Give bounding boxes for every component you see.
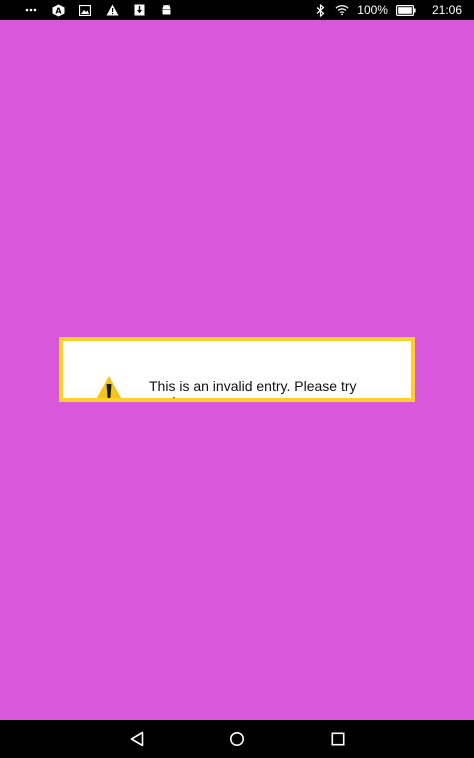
wifi-icon (335, 3, 349, 17)
battery-level: 100% (357, 3, 388, 17)
android-icon (159, 3, 173, 17)
warning-icon (92, 375, 126, 398)
photo-icon (78, 3, 92, 17)
recents-icon[interactable] (328, 729, 348, 749)
svg-text:A: A (55, 6, 62, 15)
alert-message: This is an invalid entry. Please try aga… (149, 378, 357, 402)
clock: 21:06 (431, 3, 462, 17)
invalid-entry-alert: This is an invalid entry. Please try aga… (59, 337, 415, 402)
bluetooth-icon (313, 3, 327, 17)
download-icon (132, 3, 146, 17)
notification-icons: A (24, 0, 173, 20)
warning-icon (105, 3, 119, 17)
app-logo-icon: A (51, 3, 65, 17)
system-status: 100% 21:06 (313, 0, 462, 20)
status-bar: A 100% 21:06 (0, 0, 474, 20)
overflow-menu-icon (24, 3, 38, 17)
back-icon[interactable] (127, 729, 147, 749)
home-icon[interactable] (227, 729, 247, 749)
battery-icon (395, 3, 416, 17)
navigation-bar (0, 720, 474, 758)
